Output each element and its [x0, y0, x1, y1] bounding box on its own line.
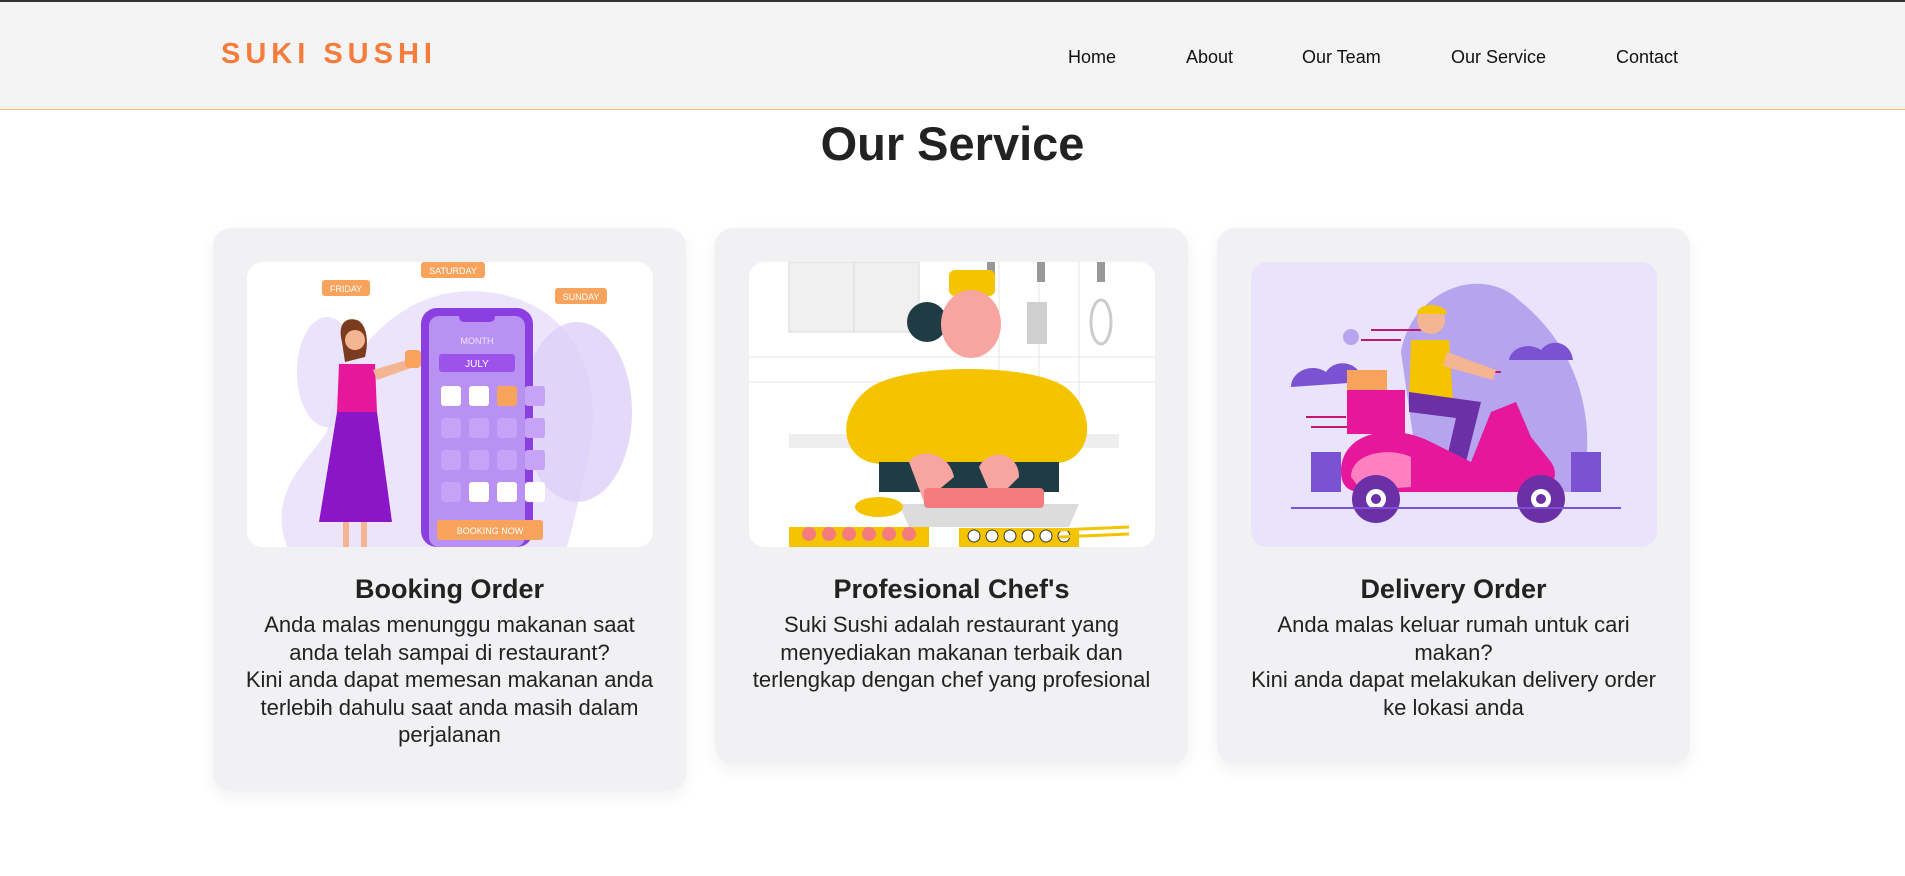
month-label: MONTH: [461, 336, 494, 346]
service-card-delivery: Delivery Order Anda malas keluar rumah u…: [1217, 228, 1690, 764]
navbar: SUKI SUSHI Home About Our Team Our Servi…: [0, 2, 1905, 110]
card-title-chef: Profesional Chef's: [833, 574, 1070, 604]
card-desc-booking: Anda malas menunggu makanan saat anda te…: [243, 611, 656, 749]
card-desc-line: Kini anda dapat memesan makanan anda ter…: [245, 667, 654, 747]
service-card-booking: FRIDAY SATURDAY SUNDAY MONTH JULY BOOKIN…: [213, 228, 686, 791]
card-desc-line: Kini anda dapat melakukan delivery order…: [1251, 667, 1656, 720]
chef-illustration-svg: [749, 262, 1155, 547]
main-nav: Home About Our Team Our Service Contact: [0, 47, 1905, 71]
card-title-delivery: Delivery Order: [1360, 574, 1547, 604]
card-desc-line: Anda malas menunggu makanan saat anda te…: [264, 612, 635, 665]
card-desc-chef: Suki Sushi adalah restaurant yang menyed…: [745, 611, 1158, 694]
booking-illustration: FRIDAY SATURDAY SUNDAY MONTH JULY BOOKIN…: [247, 262, 653, 547]
booking-now-label: BOOKING NOW: [457, 526, 524, 536]
july-label: JULY: [465, 359, 489, 370]
nav-link-about[interactable]: About: [1186, 47, 1233, 68]
nav-link-our-team[interactable]: Our Team: [1302, 47, 1381, 68]
section-title: Our Service: [820, 117, 1085, 170]
card-desc-line: Suki Sushi adalah restaurant yang menyed…: [752, 612, 1151, 692]
nav-link-contact[interactable]: Contact: [1616, 47, 1678, 68]
nav-link-home[interactable]: Home: [1068, 47, 1116, 68]
booking-illustration-svg: FRIDAY SATURDAY SUNDAY MONTH JULY BOOKIN…: [247, 262, 653, 547]
nav-link-our-service[interactable]: Our Service: [1451, 47, 1546, 68]
card-desc-line: Anda malas keluar rumah untuk cari makan…: [1277, 612, 1630, 665]
delivery-illustration: [1251, 262, 1657, 547]
saturday-tag: SATURDAY: [429, 266, 477, 276]
card-desc-delivery: Anda malas keluar rumah untuk cari makan…: [1247, 611, 1660, 721]
chef-illustration: [749, 262, 1155, 547]
card-title-booking: Booking Order: [354, 574, 544, 604]
friday-tag: FRIDAY: [330, 284, 362, 294]
sunday-tag: SUNDAY: [563, 292, 600, 302]
delivery-illustration-svg: [1251, 262, 1657, 547]
service-card-chef: Profesional Chef's Suki Sushi adalah res…: [715, 228, 1188, 764]
